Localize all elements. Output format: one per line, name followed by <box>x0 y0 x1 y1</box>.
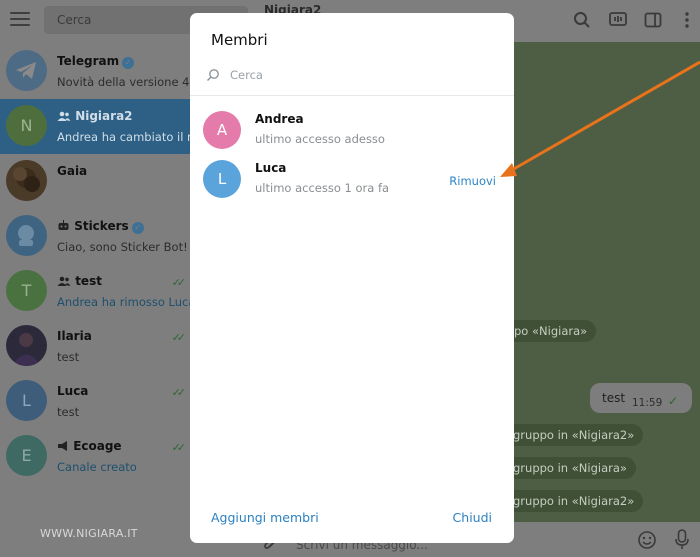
chat-preview: test <box>57 405 80 419</box>
chat-preview: Canale creato <box>57 460 137 474</box>
chat-avatar: T <box>6 270 47 311</box>
member-row-luca[interactable]: L Luca ultimo accesso 1 ora fa Rimuovi <box>190 160 514 210</box>
members-search-input[interactable] <box>230 65 490 85</box>
chat-name: Ilaria <box>57 329 92 343</box>
bot-icon <box>58 220 69 230</box>
message-text: test <box>602 391 626 405</box>
watermark: WWW.NIGIARA.IT <box>40 527 138 540</box>
chat-avatar: N <box>6 105 47 146</box>
chat-avatar: L <box>6 380 47 421</box>
verified-icon: ✓ <box>131 222 144 234</box>
double-check-icon: ✓✓ <box>171 276 187 289</box>
double-check-icon: ✓✓ <box>171 331 187 344</box>
group-icon <box>57 276 71 286</box>
hamburger-menu-icon[interactable] <box>10 12 30 28</box>
message-time: 11:59 <box>632 397 663 409</box>
service-message: po «Nigiara» <box>505 320 597 342</box>
chat-avatar: E <box>6 435 47 476</box>
dialog-title: Membri <box>211 31 268 49</box>
chat-name: test <box>75 274 102 288</box>
sticker-bot-avatar-icon <box>6 215 47 256</box>
microphone-icon[interactable] <box>674 529 690 551</box>
verified-icon: ✓ <box>122 57 135 69</box>
double-check-icon: ✓✓ <box>171 441 187 454</box>
chat-name: Telegram <box>57 54 120 68</box>
service-message: gruppo in «Nigiara2» <box>504 490 644 512</box>
chat-preview: Novità della versione 4.3. <box>57 75 205 89</box>
photo-avatar-icon <box>6 160 47 201</box>
close-button[interactable]: Chiudi <box>453 510 492 525</box>
chat-name: Stickers <box>74 219 129 233</box>
divider <box>190 95 514 96</box>
chat-name: Ecoage <box>73 439 122 453</box>
service-message: gruppo in «Nigiara2» <box>504 424 644 446</box>
member-status: ultimo accesso adesso <box>255 132 385 146</box>
member-avatar: A <box>203 111 241 149</box>
double-check-icon: ✓✓ <box>171 386 187 399</box>
member-status: ultimo accesso 1 ora fa <box>255 181 390 195</box>
group-icon <box>57 111 71 121</box>
message-bubble: test 11:59 ✓ <box>590 383 692 413</box>
chat-name: Gaia <box>57 164 88 178</box>
megaphone-icon <box>58 441 67 451</box>
member-name: Andrea <box>255 112 304 126</box>
search-icon <box>206 69 219 82</box>
sidebar-toggle-icon[interactable] <box>644 11 662 29</box>
telegram-logo-icon <box>6 50 47 91</box>
members-dialog: Membri A Andrea ultimo accesso adesso L … <box>190 13 514 543</box>
chat-name: Luca <box>57 384 89 398</box>
remove-member-button[interactable]: Rimuovi <box>449 174 496 188</box>
chat-preview: Andrea ha cambiato il no <box>57 130 202 144</box>
live-stream-icon[interactable] <box>609 11 627 29</box>
check-icon: ✓ <box>668 394 679 408</box>
emoji-icon[interactable] <box>637 530 657 550</box>
chat-name: Nigiara2 <box>75 109 133 123</box>
member-avatar: L <box>203 160 241 198</box>
more-options-icon[interactable] <box>678 11 696 29</box>
chat-preview: test <box>57 350 80 364</box>
add-members-button[interactable]: Aggiungi membri <box>211 510 319 525</box>
chat-preview: Ciao, sono Sticker Bot! Po <box>57 240 205 254</box>
member-name: Luca <box>255 161 287 175</box>
search-icon[interactable] <box>573 11 591 29</box>
service-message: gruppo in «Nigiara» <box>504 457 636 479</box>
member-row-andrea[interactable]: A Andrea ultimo accesso adesso <box>190 111 514 161</box>
photo-avatar-icon <box>6 325 47 366</box>
chat-preview: Andrea ha rimosso Luca <box>57 295 196 309</box>
